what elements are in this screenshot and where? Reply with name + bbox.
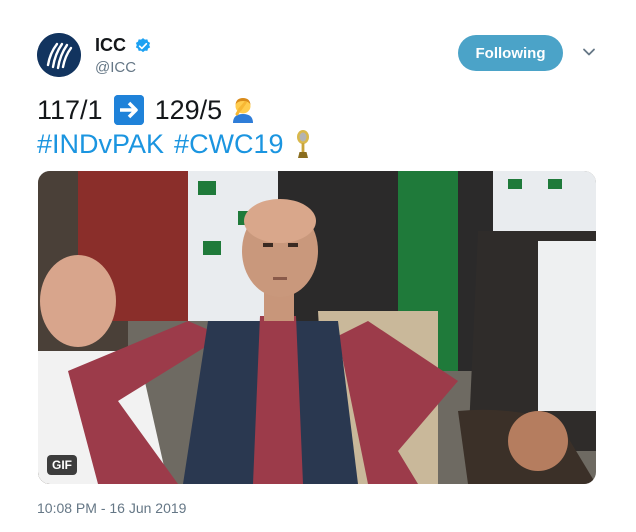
score-after: 129/5	[154, 95, 223, 125]
score-before: 117/1	[37, 95, 103, 125]
verified-badge-icon	[136, 37, 151, 52]
trophy-icon	[294, 127, 312, 161]
gif-badge: GIF	[47, 455, 77, 475]
tweet-text: 117/1 129/5 #INDvPAK #CWC19	[37, 93, 312, 161]
tweet-timestamp[interactable]: 10:08 PM - 16 Jun 2019	[37, 500, 186, 516]
facepalm-emoji	[228, 95, 258, 125]
following-button[interactable]: Following	[458, 35, 563, 71]
score-line: 117/1 129/5	[37, 93, 312, 127]
user-handle[interactable]: @ICC	[95, 59, 152, 76]
icc-logo-icon	[37, 33, 81, 77]
gif-media[interactable]: GIF	[38, 171, 596, 484]
arrow-right-emoji	[113, 95, 144, 125]
hashtag-line: #INDvPAK #CWC19	[37, 127, 312, 161]
tweet-header: ICC @ICC Following	[37, 33, 602, 77]
hashtag-indvpak-link[interactable]: #INDvPAK	[37, 127, 164, 161]
spectator-gif-image	[38, 171, 596, 484]
avatar[interactable]	[37, 33, 81, 77]
display-name[interactable]: ICC	[95, 35, 126, 56]
chevron-down-icon[interactable]	[581, 44, 597, 60]
hashtag-cwc19-link[interactable]: #CWC19	[174, 127, 284, 161]
